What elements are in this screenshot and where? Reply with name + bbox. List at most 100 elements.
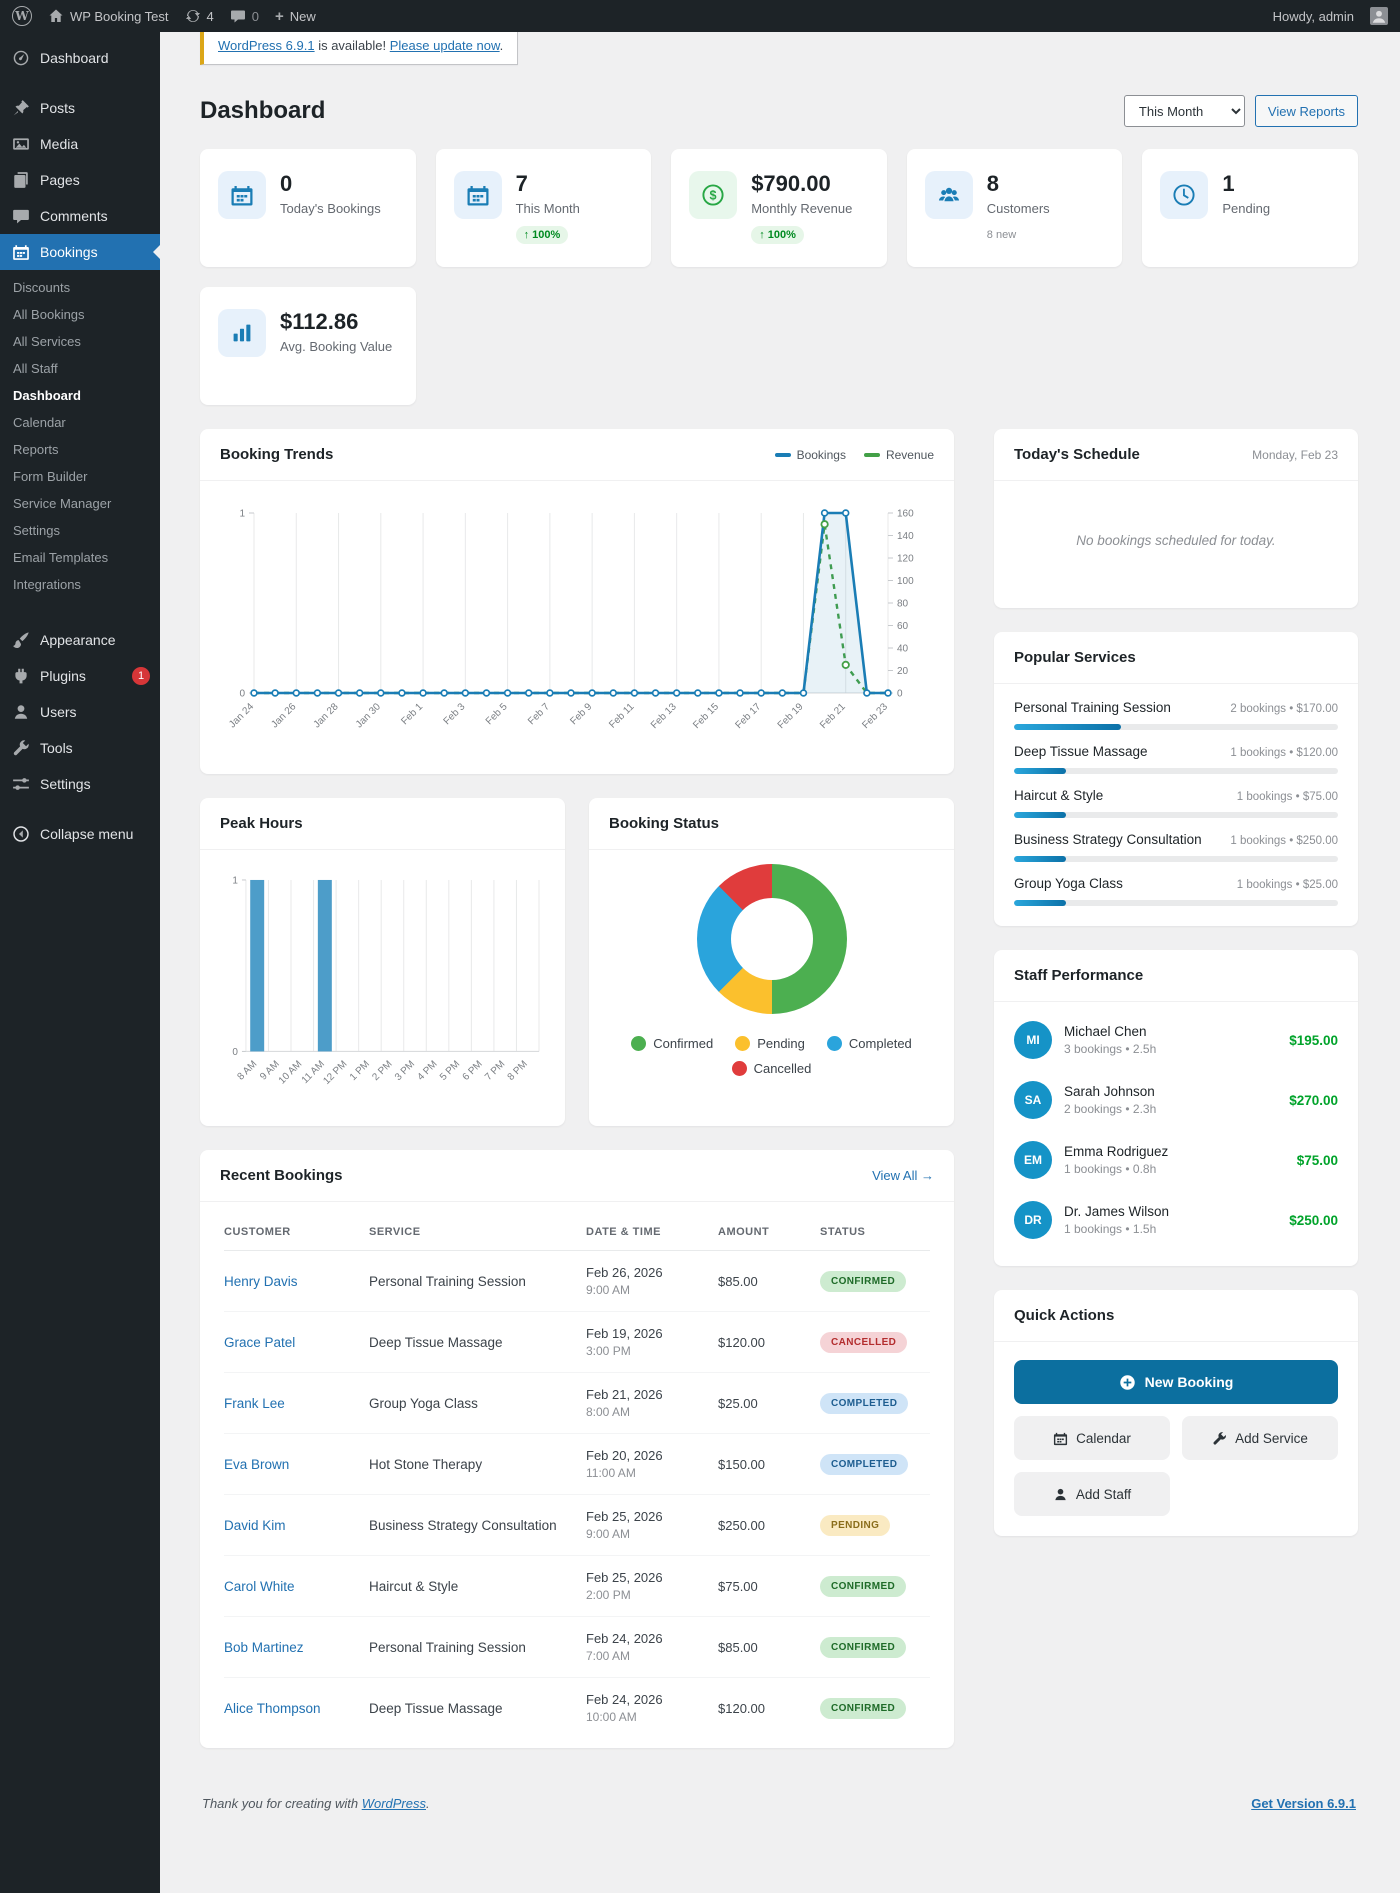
svg-text:Jan 28: Jan 28	[312, 701, 341, 730]
status-badge: CANCELLED	[820, 1331, 908, 1353]
stat-card-body: 8 Customers 8 new	[987, 171, 1050, 244]
calendar-button[interactable]: Calendar	[1014, 1416, 1170, 1460]
popular-services-list: Personal Training Session 2 bookings • $1…	[994, 684, 1358, 926]
customer-link[interactable]: Carol White	[224, 1579, 359, 1594]
sidebar-item-settings[interactable]: Settings	[0, 766, 160, 802]
customer-link[interactable]: David Kim	[224, 1518, 359, 1533]
submenu-item-form-builder[interactable]: Form Builder	[0, 463, 160, 490]
date-text: Feb 25, 2026	[586, 1570, 663, 1586]
submenu-item-all-bookings[interactable]: All Bookings	[0, 301, 160, 328]
datetime-cell: Feb 24, 2026 10:00 AM	[586, 1692, 708, 1724]
service-name: Group Yoga Class	[1014, 876, 1123, 891]
site-name-link[interactable]: WP Booking Test	[48, 8, 169, 24]
thanks-text: Thank you for creating with	[202, 1796, 362, 1812]
wordpress-logo-icon[interactable]: W	[12, 6, 32, 26]
admin-bar: W WP Booking Test 4 0 + New Howdy, admin	[0, 0, 1400, 32]
customer-link[interactable]: Eva Brown	[224, 1457, 359, 1472]
get-version-link[interactable]: Get Version 6.9.1	[1251, 1796, 1356, 1811]
customer-link[interactable]: Henry Davis	[224, 1274, 359, 1289]
new-booking-button[interactable]: New Booking	[1014, 1360, 1338, 1404]
sidebar-item-plugins[interactable]: Plugins 1	[0, 658, 160, 694]
donut-legend-dot	[735, 1036, 751, 1051]
staff-avatar: DR	[1014, 1201, 1052, 1239]
submenu-item-reports[interactable]: Reports	[0, 436, 160, 463]
customer-link[interactable]: Alice Thompson	[224, 1701, 359, 1716]
wordpress-version-link[interactable]: WordPress 6.9.1	[218, 38, 315, 53]
add-service-button[interactable]: Add Service	[1182, 1416, 1338, 1460]
time-text: 2:00 PM	[586, 1588, 631, 1603]
svg-text:80: 80	[897, 599, 909, 610]
service-cell: Personal Training Session	[369, 1273, 526, 1289]
sidebar-item-pages[interactable]: Pages	[0, 162, 160, 198]
submenu-item-calendar[interactable]: Calendar	[0, 409, 160, 436]
update-now-link[interactable]: Please update now	[390, 38, 500, 53]
submenu-item-discounts[interactable]: Discounts	[0, 274, 160, 301]
sidebar-item-tools[interactable]: Tools	[0, 730, 160, 766]
svg-text:120: 120	[897, 554, 914, 565]
customer-link[interactable]: Grace Patel	[224, 1335, 359, 1350]
submenu-item-all-services[interactable]: All Services	[0, 328, 160, 355]
new-booking-label: New Booking	[1144, 1374, 1234, 1390]
peak-hours-title: Peak Hours	[220, 815, 303, 832]
amount-cell: $75.00	[718, 1578, 758, 1594]
stat-value: 1	[1222, 171, 1235, 196]
staff-meta: 1 bookings • 0.8h	[1064, 1162, 1157, 1176]
schedule-empty-message: No bookings scheduled for today.	[1076, 533, 1276, 548]
stat-dollar-icon: $	[701, 183, 725, 207]
sidebar-item-appearance[interactable]: Appearance	[0, 622, 160, 658]
howdy-text[interactable]: Howdy, admin	[1273, 9, 1354, 24]
sidebar-item-media[interactable]: Media	[0, 126, 160, 162]
sidebar-item-dashboard[interactable]: Dashboard	[0, 40, 160, 76]
stat-people-glyph	[938, 187, 959, 202]
appearance-icon	[12, 631, 30, 649]
submenu-item-dashboard[interactable]: Dashboard	[0, 382, 160, 409]
submenu-item-service-manager[interactable]: Service Manager	[0, 490, 160, 517]
service-progress-fill	[1014, 724, 1121, 730]
sidebar-item-comments[interactable]: Comments	[0, 198, 160, 234]
wrench-icon	[1213, 1431, 1227, 1445]
service-cell: Deep Tissue Massage	[369, 1334, 503, 1350]
add-staff-label: Add Staff	[1075, 1486, 1132, 1502]
submenu-item-all-staff[interactable]: All Staff	[0, 355, 160, 382]
new-content-link[interactable]: + New	[275, 9, 316, 24]
service-name: Haircut & Style	[1014, 788, 1104, 803]
customer-link[interactable]: Bob Martinez	[224, 1640, 359, 1655]
add-staff-button[interactable]: Add Staff	[1014, 1472, 1170, 1516]
service-cell: Deep Tissue Massage	[369, 1700, 503, 1716]
staff-avatar: EM	[1014, 1141, 1052, 1179]
staff-amount: $250.00	[1289, 1212, 1338, 1228]
comments-count: 0	[251, 8, 259, 24]
submenu-item-email-templates[interactable]: Email Templates	[0, 544, 160, 571]
time-text: 3:00 PM	[586, 1344, 631, 1359]
service-meta: 2 bookings • $170.00	[1230, 703, 1338, 715]
staff-info: Sarah Johnson 2 bookings • 2.3h	[1064, 1084, 1156, 1116]
svg-text:12 PM: 12 PM	[321, 1059, 349, 1087]
booking-trends-title: Booking Trends	[220, 446, 334, 463]
staff-list: MI Michael Chen 3 bookings • 2.5h $195.00 SA…	[994, 1002, 1358, 1266]
period-select[interactable]: This Month	[1123, 95, 1245, 127]
updates-link[interactable]: 4	[185, 8, 214, 24]
datetime-cell: Feb 26, 2026 9:00 AM	[586, 1265, 708, 1297]
date-text: Feb 19, 2026	[586, 1326, 663, 1342]
submenu-item-settings[interactable]: Settings	[0, 517, 160, 544]
sidebar-item-users[interactable]: Users	[0, 694, 160, 730]
wordpress-link[interactable]: WordPress	[362, 1796, 426, 1811]
comments-link[interactable]: 0	[230, 8, 259, 24]
status-cell: COMPLETED	[820, 1453, 930, 1475]
sidebar-item-bookings[interactable]: Bookings	[0, 234, 161, 270]
sidebar-item-collapse[interactable]: Collapse menu	[0, 816, 160, 852]
table-row: Carol White Haircut & Style Feb 25, 2026 2:…	[224, 1556, 930, 1618]
plus-circle-icon	[1119, 1374, 1135, 1390]
view-reports-button[interactable]: View Reports	[1254, 95, 1358, 127]
sidebar-item-label: Dashboard	[40, 50, 109, 66]
service-progress-fill	[1014, 768, 1066, 774]
submenu-item-integrations[interactable]: Integrations	[0, 571, 160, 598]
avatar[interactable]	[1370, 7, 1388, 25]
booking-trends-card: Booking Trends Bookings Revenue 0 1 0 20 40 60…	[200, 429, 954, 774]
staff-row: EM Emma Rodriguez 1 bookings • 0.8h $75.00	[1014, 1130, 1338, 1190]
status-donut	[696, 864, 847, 1014]
staff-info: Michael Chen 3 bookings • 2.5h	[1064, 1024, 1156, 1056]
customer-link[interactable]: Frank Lee	[224, 1396, 359, 1411]
sidebar-item-posts[interactable]: Posts	[0, 90, 160, 126]
view-all-link[interactable]: View All →	[872, 1168, 934, 1183]
